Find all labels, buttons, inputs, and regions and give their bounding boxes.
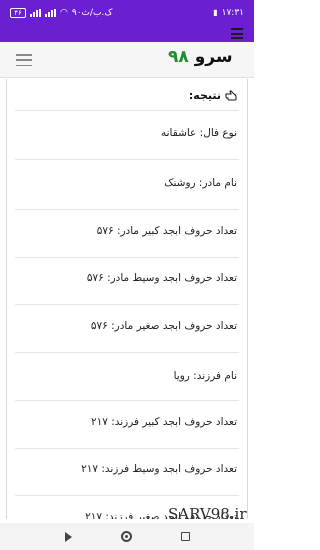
divider (15, 257, 239, 258)
hand-pointing-icon (225, 89, 237, 100)
signal-icon-2 (45, 8, 56, 17)
nav-back-icon[interactable] (64, 531, 72, 542)
result-child-name: نام فرزند: رویا (173, 370, 237, 382)
result-mother-name: نام مادر: روشنک (164, 177, 237, 189)
divider (15, 352, 239, 353)
result-fal-type: نوع فال: عاشقانه (161, 127, 237, 139)
result-title: نتیجه: (189, 85, 237, 105)
divider (15, 400, 239, 401)
hamburger-menu-icon[interactable] (16, 54, 32, 66)
logo-text: سرو (194, 47, 233, 67)
divider (15, 209, 239, 210)
trash-icon: ▮ (213, 8, 218, 17)
divider (15, 448, 239, 449)
status-right: ▮ ۱۷:۳۱ (213, 8, 244, 18)
signal-icon (30, 8, 41, 17)
nav-recent-icon[interactable] (180, 532, 190, 541)
divider (15, 304, 239, 305)
result-mother-abjad-saghir: تعداد حروف ابجد صغیر مادر: ۵۷۶ (90, 320, 237, 332)
status-bar: ۴۶ ◠ ۹۰ک.ب/ث ▮ ۱۷:۳۱ (0, 0, 254, 25)
status-left: ۴۶ ◠ ۹۰ک.ب/ث (10, 7, 113, 18)
result-mother-abjad-vasit: تعداد حروف ابجد وسیط مادر: ۵۷۶ (86, 272, 237, 284)
result-child-abjad-vasit: تعداد حروف ابجد وسیط فرزند: ۲۱۷ (81, 463, 237, 475)
watermark: SARV98.ir (168, 505, 247, 523)
divider (15, 110, 239, 111)
browser-menu-icon[interactable] (231, 28, 243, 39)
battery-icon: ۴۶ (10, 7, 26, 18)
system-nav-bar (0, 523, 254, 550)
divider (15, 495, 239, 496)
result-mother-abjad-kabir: تعداد حروف ابجد کبیر مادر: ۵۷۶ (96, 225, 237, 237)
result-panel: نتیجه: نوع فال: عاشقانه نام مادر: روشنک … (6, 79, 248, 519)
result-child-abjad-kabir: تعداد حروف ابجد کبیر فرزند: ۲۱۷ (90, 416, 237, 428)
app-header: سرو ۹۸ (0, 42, 254, 78)
status-time: ۱۷:۳۱ (221, 7, 244, 18)
logo-number: ۹۸ (168, 47, 189, 67)
network-speed: ۹۰ک.ب/ث (71, 7, 113, 18)
wifi-icon: ◠ (60, 7, 68, 18)
nav-home-icon[interactable] (120, 531, 132, 542)
browser-strip (0, 25, 254, 42)
site-logo[interactable]: سرو ۹۸ (168, 47, 233, 67)
result-title-text: نتیجه: (188, 88, 221, 102)
divider (15, 159, 239, 160)
